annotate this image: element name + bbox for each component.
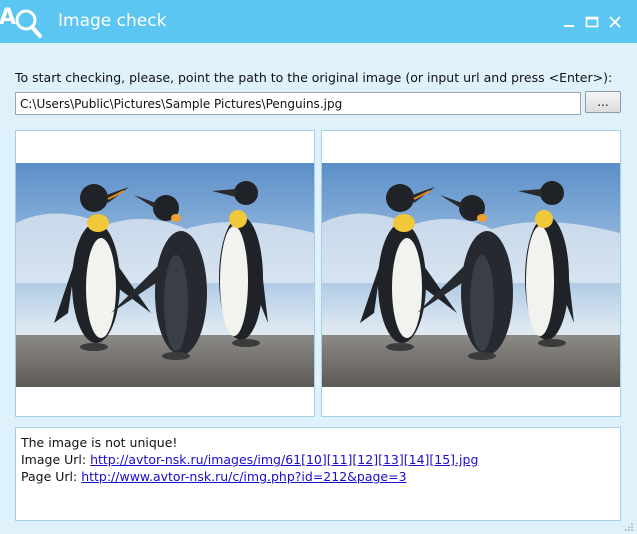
original-image-panel [15, 130, 315, 417]
image-url-link[interactable]: http://avtor-nsk.ru/images/img/61[10][11… [90, 452, 478, 467]
minimize-icon[interactable] [561, 14, 577, 30]
app-logo-icon: A [0, 0, 44, 43]
image-path-input[interactable] [15, 92, 581, 115]
result-status: The image is not unique! [21, 435, 178, 450]
result-panel: The image is not unique! Image Url: http… [15, 427, 621, 521]
page-url-label: Page Url: [21, 469, 82, 484]
maximize-icon[interactable] [584, 14, 600, 30]
original-image [16, 163, 314, 387]
page-url-row: Page Url: http://www.avtor-nsk.ru/c/img.… [21, 468, 615, 485]
close-icon[interactable] [607, 14, 623, 30]
resize-grip-icon[interactable] [624, 522, 634, 532]
svg-text:A: A [0, 5, 16, 30]
image-url-row: Image Url: http://avtor-nsk.ru/images/im… [21, 451, 615, 468]
found-image [322, 163, 620, 387]
found-image-panel [321, 130, 621, 417]
browse-button[interactable]: ... [585, 91, 621, 113]
instruction-label: To start checking, please, point the pat… [15, 70, 613, 85]
image-url-label: Image Url: [21, 452, 91, 467]
window-title: Image check [58, 11, 167, 31]
page-url-link[interactable]: http://www.avtor-nsk.ru/c/img.php?id=212… [81, 469, 406, 484]
title-bar[interactable]: A Image check [0, 0, 637, 43]
